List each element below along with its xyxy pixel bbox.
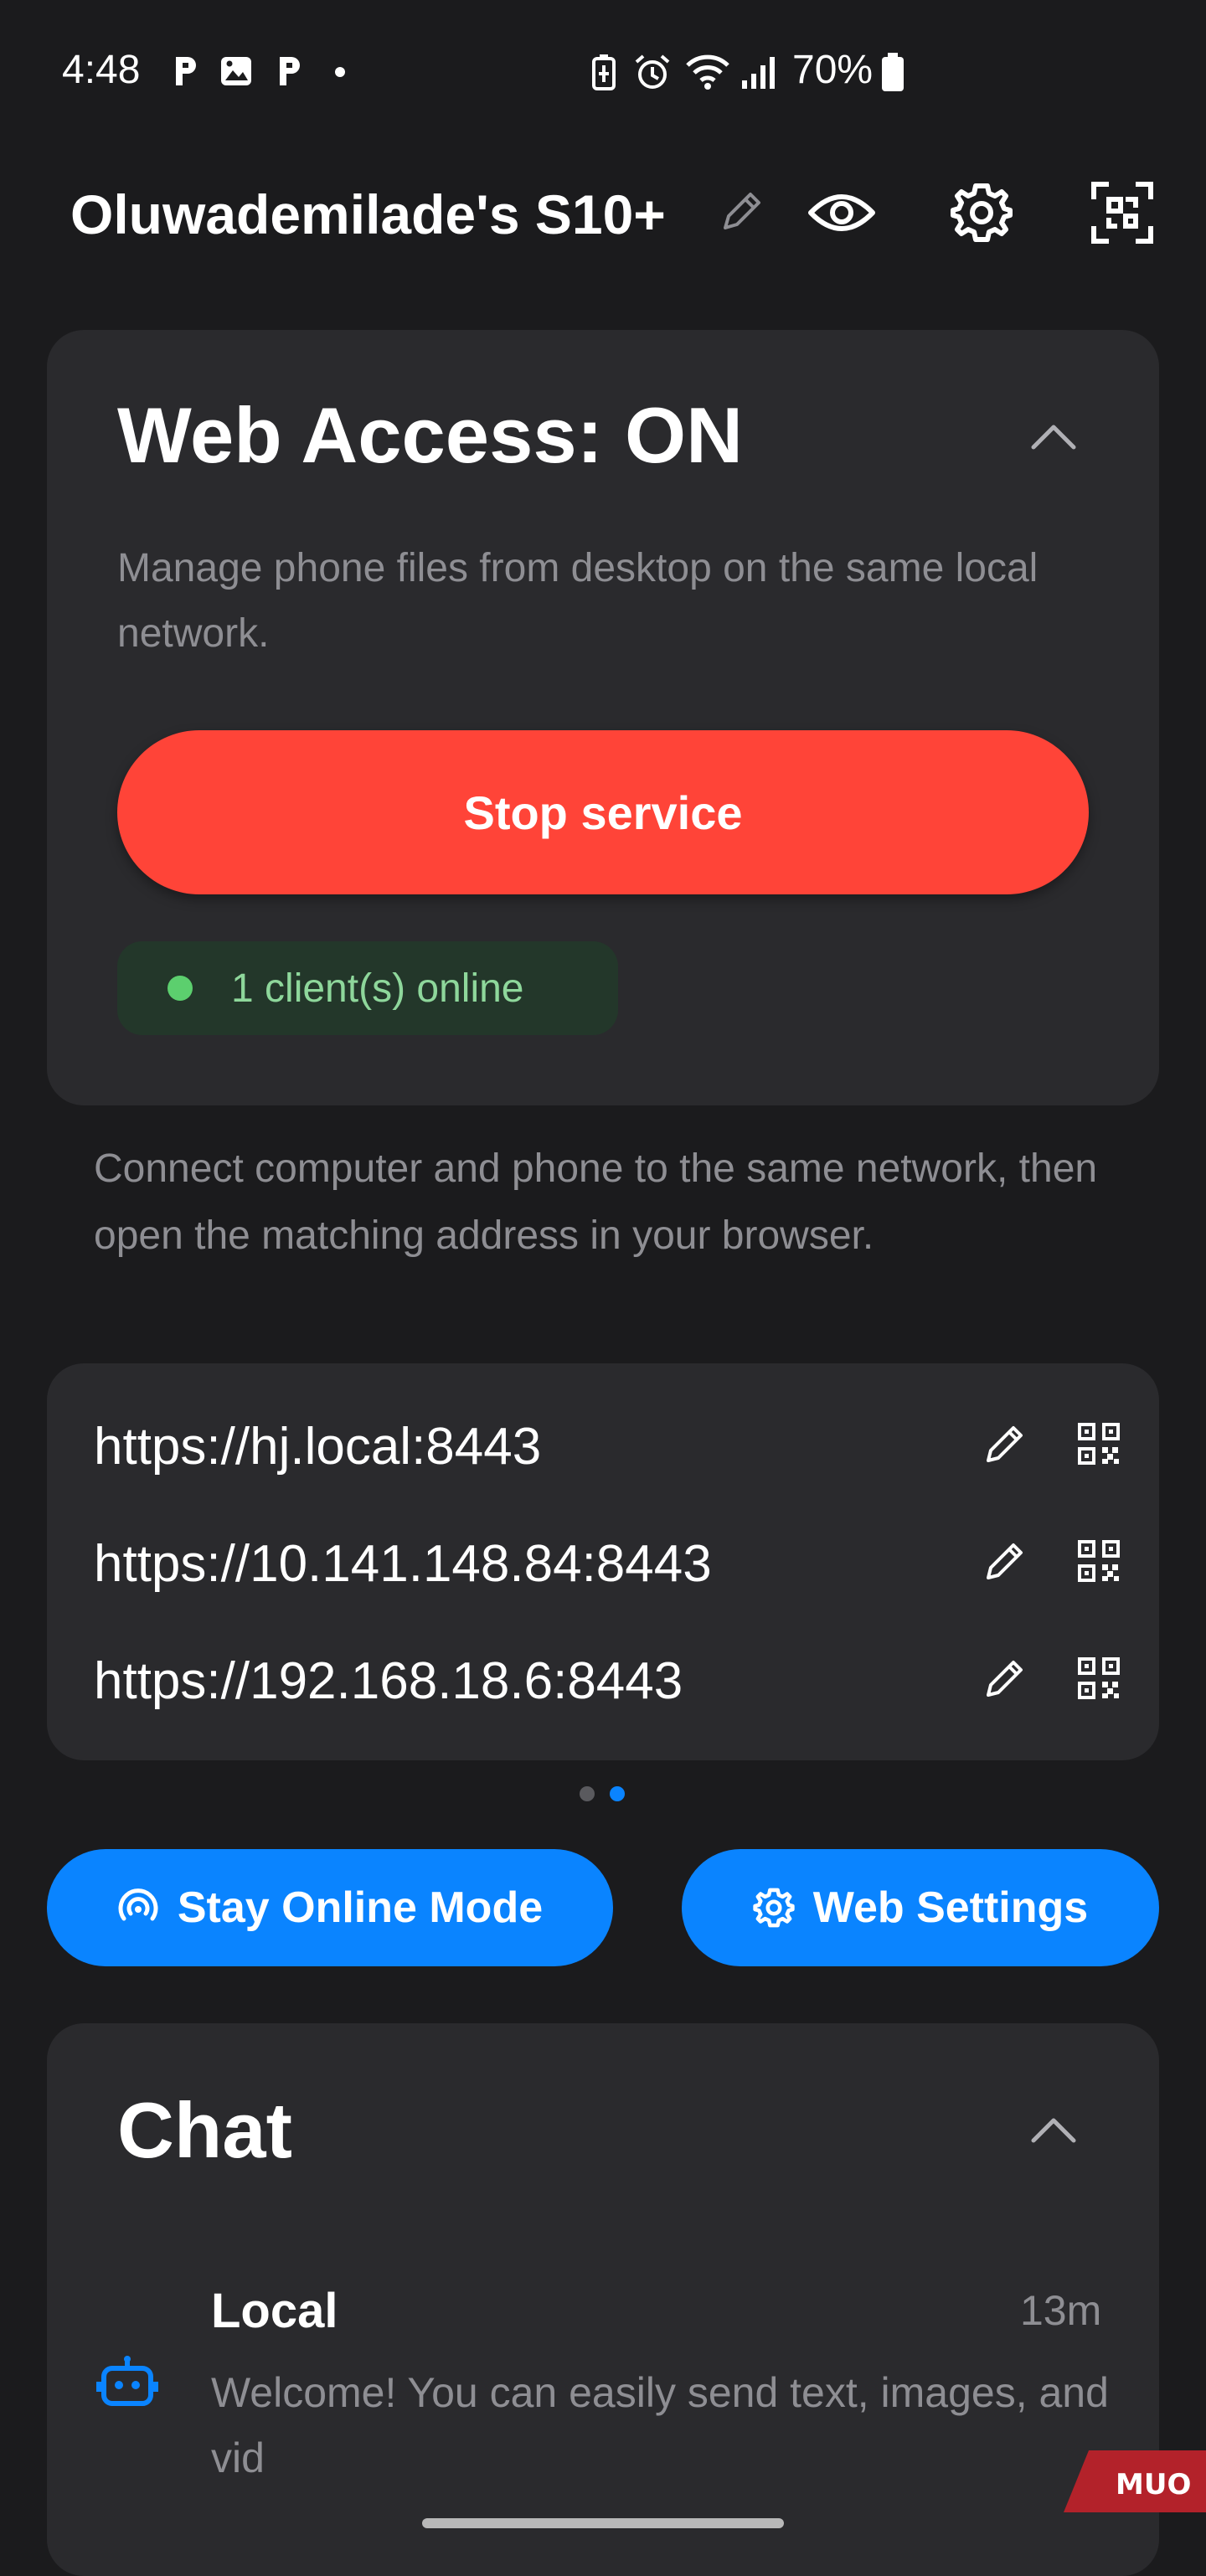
chat-item-time: 13m (1020, 2287, 1102, 2334)
chat-item-name: Local (211, 2284, 338, 2338)
battery-percent: 70% (792, 48, 874, 92)
online-status-dot (168, 976, 193, 1001)
web-settings-button[interactable]: Web Settings (682, 1849, 1159, 1966)
stay-online-mode-button[interactable]: Stay Online Mode (47, 1849, 613, 1966)
device-name: Oluwademilade's S10+ (70, 183, 666, 245)
status-bar: 4:48 70% (0, 0, 1206, 142)
chat-item-message: Welcome! You can easily send text, image… (211, 2369, 1109, 2481)
eye-icon[interactable] (807, 186, 876, 240)
pager-dot-active[interactable] (610, 1786, 625, 1801)
address-url[interactable]: https://192.168.18.6:8443 (94, 1651, 683, 1711)
hotspot-icon (118, 1888, 158, 1921)
robot-icon (96, 2356, 158, 2406)
p-notification-icon-2 (280, 57, 300, 85)
address-row: https://192.168.18.6:8443 (94, 1636, 1132, 1720)
notification-dot-icon (335, 67, 345, 77)
web-access-description: Manage phone files from desktop on the s… (117, 546, 1038, 656)
pager-dot[interactable] (580, 1786, 595, 1801)
clients-online-text: 1 client(s) online (231, 966, 524, 1011)
scan-icon[interactable] (1090, 181, 1154, 245)
collapse-chevron-icon[interactable] (1028, 2112, 1079, 2146)
collapse-chevron-icon[interactable] (1028, 419, 1079, 452)
qr-code-icon[interactable] (1077, 1422, 1121, 1466)
stop-service-button[interactable]: Stop service (117, 730, 1089, 894)
chat-title: Chat (117, 2086, 292, 2174)
clients-online-badge: 1 client(s) online (117, 941, 618, 1035)
svg-text:MUO: MUO (1116, 2468, 1191, 2501)
edit-address-icon[interactable] (982, 1420, 1028, 1467)
address-url[interactable]: https://10.141.148.84:8443 (94, 1534, 712, 1594)
battery-icon (882, 53, 904, 91)
gallery-icon (221, 57, 251, 85)
address-row: https://10.141.148.84:8443 (94, 1519, 1132, 1603)
qr-code-icon[interactable] (1077, 1539, 1121, 1583)
alarm-icon (635, 54, 670, 89)
qr-code-icon[interactable] (1077, 1656, 1121, 1700)
wifi-icon (686, 54, 729, 90)
battery-saver-icon (592, 54, 616, 90)
p-notification-icon (176, 57, 196, 85)
home-indicator[interactable] (422, 2518, 784, 2528)
muo-watermark-logo: MUO (1064, 2450, 1206, 2512)
edit-address-icon[interactable] (982, 1538, 1028, 1584)
stay-online-mode-label: Stay Online Mode (177, 1883, 544, 1932)
edit-name-icon[interactable] (717, 188, 765, 236)
web-access-title: Web Access: ON (117, 391, 744, 479)
connect-instructions: Connect computer and phone to the same n… (94, 1146, 1098, 1258)
settings-gear-icon[interactable] (950, 181, 1013, 245)
address-row: https://hj.local:8443 (94, 1402, 1132, 1486)
signal-icon (742, 57, 775, 89)
edit-address-icon[interactable] (982, 1655, 1028, 1702)
address-url[interactable]: https://hj.local:8443 (94, 1417, 541, 1476)
web-settings-label: Web Settings (812, 1883, 1089, 1932)
status-time: 4:48 (62, 48, 141, 92)
settings-gear-icon (753, 1888, 795, 1928)
